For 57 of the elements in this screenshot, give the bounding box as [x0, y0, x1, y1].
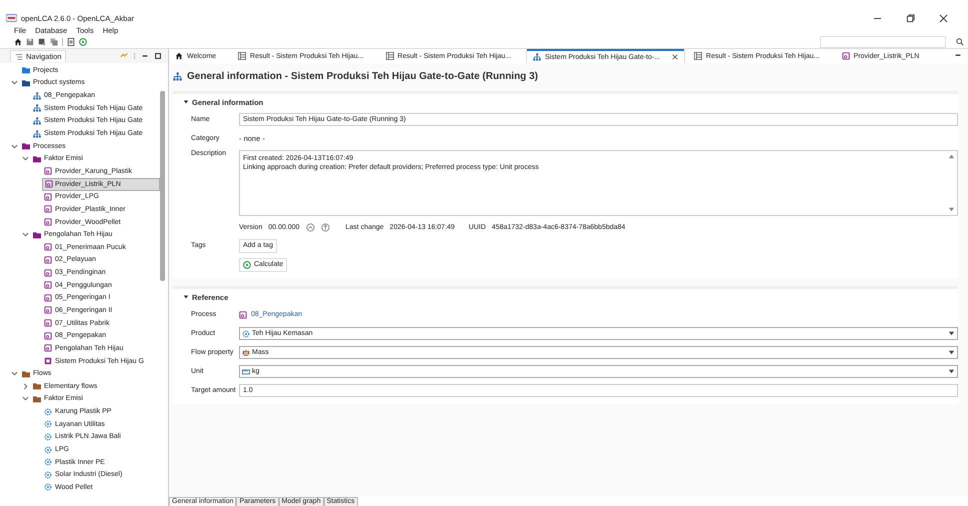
process-icon	[44, 319, 52, 328]
search-field[interactable]	[820, 36, 946, 48]
process-icon	[44, 306, 52, 314]
table-icon	[386, 52, 394, 60]
process-icon	[44, 243, 52, 252]
list-icon	[15, 52, 23, 60]
restore-icon[interactable]	[906, 14, 915, 22]
process-icon	[44, 344, 52, 352]
ruler-icon	[242, 368, 250, 376]
collapse-triangle-icon	[183, 294, 189, 300]
close-icon[interactable]	[939, 14, 948, 22]
process-icon	[44, 205, 52, 214]
hierarchy-icon	[33, 130, 41, 138]
process-icon	[44, 268, 52, 277]
run-icon[interactable]	[79, 38, 87, 46]
editor-title: General information - Sistem Produksi Teh Hijau Gate-to-Gate (Running 3)	[187, 70, 538, 82]
maximize-icon[interactable]	[154, 52, 162, 60]
process-icon	[44, 281, 52, 290]
process-icon	[44, 192, 52, 201]
table-icon	[694, 52, 702, 60]
collapse-triangle-icon	[183, 99, 189, 105]
save-as-icon[interactable]	[38, 38, 46, 46]
dropdown-arrow-icon	[948, 349, 955, 356]
scale-icon	[242, 348, 250, 356]
cog-icon	[242, 330, 250, 338]
app-logo-icon	[6, 14, 17, 22]
process-icon	[842, 52, 850, 60]
search-icon[interactable]	[956, 38, 964, 46]
view-menu-icon[interactable]	[133, 52, 136, 60]
process-icon	[44, 256, 52, 264]
document-icon[interactable]	[67, 38, 75, 46]
home-icon[interactable]	[14, 38, 22, 46]
up-circle-icon[interactable]	[306, 222, 315, 232]
hierarchy-icon	[173, 72, 182, 80]
up-arrow-circle-icon[interactable]	[320, 222, 330, 232]
hierarchy-icon	[33, 92, 41, 100]
process-icon	[44, 218, 52, 226]
process-icon	[44, 294, 52, 302]
save-all-icon[interactable]	[50, 38, 58, 46]
process-icon	[239, 310, 247, 318]
process-icon	[45, 180, 53, 188]
table-icon	[238, 52, 246, 60]
hierarchy-icon	[33, 116, 41, 125]
scroll-up-icon[interactable]	[948, 153, 955, 160]
scroll-down-icon[interactable]	[948, 206, 955, 213]
hierarchy-icon	[33, 104, 41, 112]
run-icon	[243, 260, 251, 268]
home-icon	[175, 52, 183, 60]
dropdown-arrow-icon	[948, 330, 955, 337]
close-icon[interactable]	[672, 54, 678, 60]
dropdown-arrow-icon	[948, 368, 955, 375]
hierarchy-icon	[533, 53, 542, 61]
save-icon[interactable]	[26, 38, 34, 46]
scrollbar-thumb[interactable]	[160, 91, 165, 281]
process-icon	[44, 357, 52, 366]
process-icon	[44, 167, 52, 176]
process-icon	[44, 332, 52, 340]
